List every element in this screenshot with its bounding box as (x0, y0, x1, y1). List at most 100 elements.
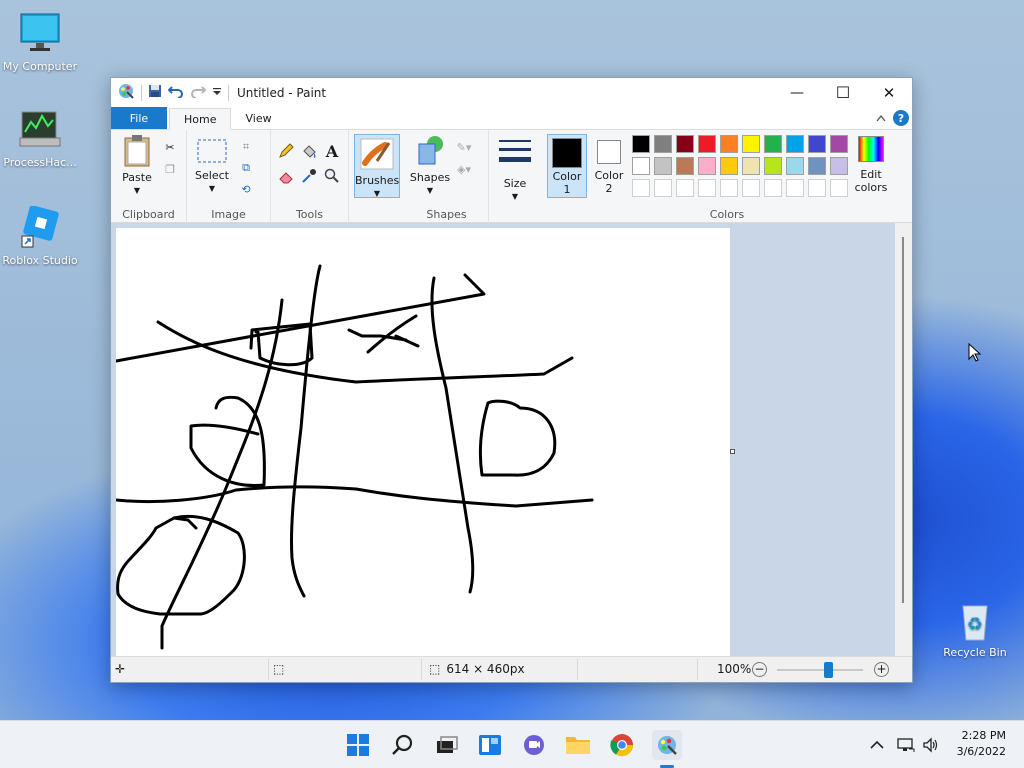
customize-qa-icon[interactable] (212, 86, 222, 99)
pencil-icon[interactable] (277, 142, 295, 160)
rotate-icon[interactable]: ⟲ (237, 180, 255, 198)
paint-window: Untitled - Paint — ☐ ✕ File Home View ? … (110, 77, 913, 683)
custom-color-slot[interactable] (676, 179, 694, 197)
outline-icon[interactable]: ✎▾ (455, 138, 473, 156)
palette-swatch[interactable] (698, 135, 716, 153)
edit-colors-button[interactable]: Edit colors (851, 136, 891, 194)
fill-icon[interactable] (300, 142, 318, 160)
custom-color-slot[interactable] (808, 179, 826, 197)
zoom-slider[interactable] (777, 662, 863, 678)
file-explorer-icon[interactable] (564, 731, 592, 759)
cut-icon[interactable]: ✂ (161, 138, 179, 156)
palette-swatch[interactable] (632, 135, 650, 153)
palette-swatch[interactable] (676, 135, 694, 153)
paint-app-icon[interactable] (117, 82, 135, 103)
select-button[interactable]: Select ▼ (193, 136, 231, 195)
edit-colors-label-1: Edit (860, 168, 882, 181)
custom-color-slot[interactable] (720, 179, 738, 197)
desktop-icon-label: Recycle Bin (943, 646, 1007, 659)
zoom-out-icon[interactable]: − (752, 662, 767, 677)
resize-icon[interactable]: ⧉ (237, 159, 255, 177)
palette-swatch[interactable] (830, 157, 848, 175)
ribbon-collapse-icon[interactable] (876, 112, 886, 125)
palette-swatch[interactable] (632, 157, 650, 175)
custom-color-slot[interactable] (786, 179, 804, 197)
select-label: Select (195, 169, 229, 182)
palette-swatch[interactable] (786, 135, 804, 153)
desktop-icon-my-computer[interactable]: My Computer (0, 12, 80, 73)
palette-swatch[interactable] (720, 157, 738, 175)
magnifier-icon[interactable] (323, 167, 341, 185)
palette-swatch[interactable] (654, 157, 672, 175)
paint-taskbar-icon[interactable] (652, 730, 682, 760)
custom-color-slot[interactable] (830, 179, 848, 197)
text-icon[interactable]: A (323, 142, 341, 161)
custom-color-slot[interactable] (632, 179, 650, 197)
clock[interactable]: 2:28 PM 3/6/2022 (957, 728, 1006, 760)
chevron-down-icon: ▼ (373, 189, 381, 198)
drawing-canvas[interactable] (116, 228, 730, 656)
scrollbar-thumb[interactable] (902, 237, 904, 603)
ribbon: Paste ▼ ✂ ❐ Clipboard Select ▼ ⌗ ⧉ ⟲ Ima… (111, 130, 912, 223)
zoom-slider-thumb[interactable] (824, 662, 834, 678)
cursor-position-icon: ✛ (115, 662, 126, 676)
chat-icon[interactable] (520, 731, 548, 759)
palette-swatch[interactable] (676, 157, 694, 175)
shapes-button[interactable]: Shapes ▼ (409, 134, 451, 197)
show-hidden-icons[interactable] (870, 721, 884, 768)
desktop-icon-roblox-studio[interactable]: Roblox Studio (0, 205, 80, 267)
zoom-in-icon[interactable]: + (874, 662, 889, 677)
tab-home[interactable]: Home (169, 108, 232, 130)
undo-icon[interactable] (167, 84, 184, 101)
brushes-button[interactable]: Brushes ▼ (354, 134, 400, 198)
select-rect-icon (197, 139, 227, 163)
clipboard-icon (124, 135, 150, 167)
palette-swatch[interactable] (720, 135, 738, 153)
close-button[interactable]: ✕ (866, 78, 912, 107)
start-icon[interactable] (344, 731, 372, 759)
palette-swatch[interactable] (786, 157, 804, 175)
help-button[interactable]: ? (893, 110, 909, 126)
network-icon[interactable] (897, 721, 915, 768)
palette-swatch[interactable] (742, 135, 760, 153)
color-picker-icon[interactable] (300, 167, 318, 185)
minimize-icon: — (790, 84, 804, 101)
custom-color-slot[interactable] (654, 179, 672, 197)
palette-swatch[interactable] (654, 135, 672, 153)
palette-swatch[interactable] (698, 157, 716, 175)
save-icon[interactable] (148, 84, 162, 101)
redo-icon[interactable] (190, 84, 207, 101)
palette-swatch[interactable] (742, 157, 760, 175)
custom-color-slot[interactable] (742, 179, 760, 197)
colors-group-label: Colors (709, 208, 745, 221)
maximize-button[interactable]: ☐ (820, 78, 866, 107)
eraser-icon[interactable] (277, 167, 295, 185)
process-hacker-icon (18, 108, 62, 152)
widgets-icon[interactable] (476, 731, 504, 759)
custom-color-slot[interactable] (698, 179, 716, 197)
color1-button[interactable]: Color 1 (547, 134, 587, 198)
vertical-scrollbar[interactable] (895, 223, 912, 656)
minimize-button[interactable]: — (774, 78, 820, 107)
chrome-icon[interactable] (608, 731, 636, 759)
palette-swatch[interactable] (830, 135, 848, 153)
search-icon[interactable] (389, 731, 417, 759)
custom-color-slot[interactable] (764, 179, 782, 197)
color2-button[interactable]: Color 2 (589, 134, 629, 198)
task-view-icon[interactable] (432, 731, 460, 759)
desktop-icon-recycle-bin[interactable]: ♻ Recycle Bin (935, 598, 1015, 659)
desktop-icon-processhacker[interactable]: ProcessHac... (0, 108, 80, 169)
palette-swatch[interactable] (764, 157, 782, 175)
copy-icon[interactable]: ❐ (161, 160, 179, 178)
volume-icon[interactable] (922, 721, 940, 768)
crop-icon[interactable]: ⌗ (237, 138, 255, 156)
canvas-resize-handle[interactable] (730, 449, 735, 454)
palette-swatch[interactable] (808, 157, 826, 175)
shape-fill-icon[interactable]: ◈▾ (455, 160, 473, 178)
tab-file[interactable]: File (111, 107, 167, 129)
palette-swatch[interactable] (808, 135, 826, 153)
paste-button[interactable]: Paste ▼ (117, 134, 157, 197)
tab-view[interactable]: View (231, 107, 285, 129)
size-button[interactable]: Size ▼ (495, 136, 535, 203)
palette-swatch[interactable] (764, 135, 782, 153)
